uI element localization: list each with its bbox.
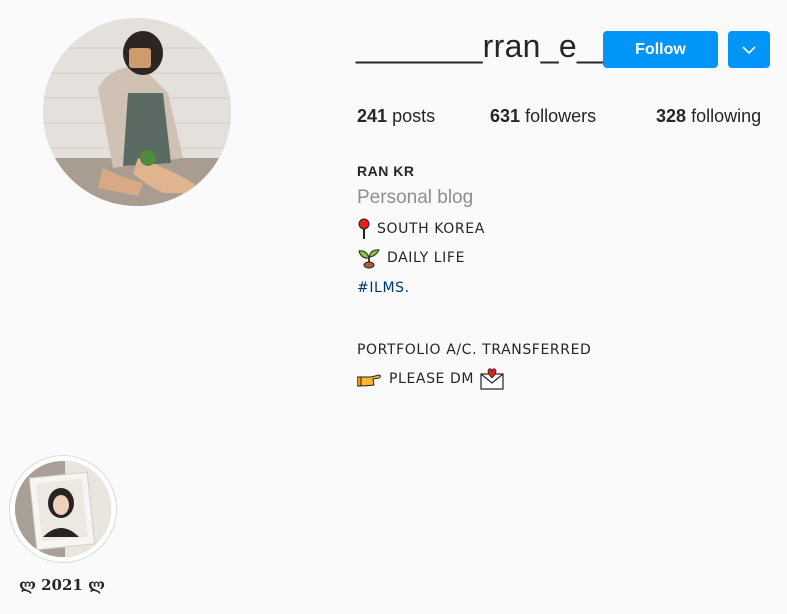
highlight-cover [15, 461, 111, 557]
story-highlight[interactable] [9, 455, 117, 563]
highlight-label: ლ 2021 ლ [19, 576, 105, 594]
bio-hashtag-line[interactable]: #ILMS. [357, 280, 410, 296]
profile-category: Personal blog [357, 187, 474, 208]
bio-location-line: SOUTH KOREA [357, 218, 485, 240]
bio-portfolio-line: PORTFOLIO A/C. TRANSFERRED [357, 342, 591, 358]
pin-icon [358, 218, 370, 239]
more-options-button[interactable] [728, 31, 770, 68]
chevron-down-icon [742, 45, 756, 54]
posts-count-value: 241 [357, 106, 388, 126]
profile-avatar[interactable] [43, 18, 231, 206]
bio-daily-line: DAILY LIFE [357, 247, 465, 269]
posts-count: 241 posts [357, 106, 435, 127]
following-count-value: 328 [656, 106, 687, 126]
profile-photo [43, 18, 231, 206]
bio-daily-text: DAILY LIFE [387, 250, 466, 266]
following-count-label: following [691, 106, 762, 126]
sprout-icon [358, 249, 380, 269]
bio-location-text: SOUTH KOREA [377, 221, 485, 237]
highlight-cover-image [15, 461, 111, 557]
bio-portfolio-text: PORTFOLIO A/C. TRANSFERRED [357, 342, 592, 358]
followers-count-label: followers [525, 106, 597, 126]
profile-username: _______rran_e__ [356, 28, 614, 64]
posts-count-label: posts [392, 106, 436, 126]
followers-link[interactable]: 631 followers [490, 106, 596, 127]
pointing-hand-icon [357, 374, 381, 387]
bio-dm-line: PLEASE DM [357, 368, 504, 390]
followers-count-value: 631 [490, 106, 521, 126]
profile-full-name: RAN KR [357, 163, 415, 179]
bio-dm-text: PLEASE DM [389, 371, 475, 387]
love-letter-icon [480, 368, 504, 390]
follow-button[interactable]: Follow [603, 31, 718, 68]
following-link[interactable]: 328 following [656, 106, 761, 127]
bio-hashtag-link[interactable]: #ILMS. [357, 280, 410, 296]
